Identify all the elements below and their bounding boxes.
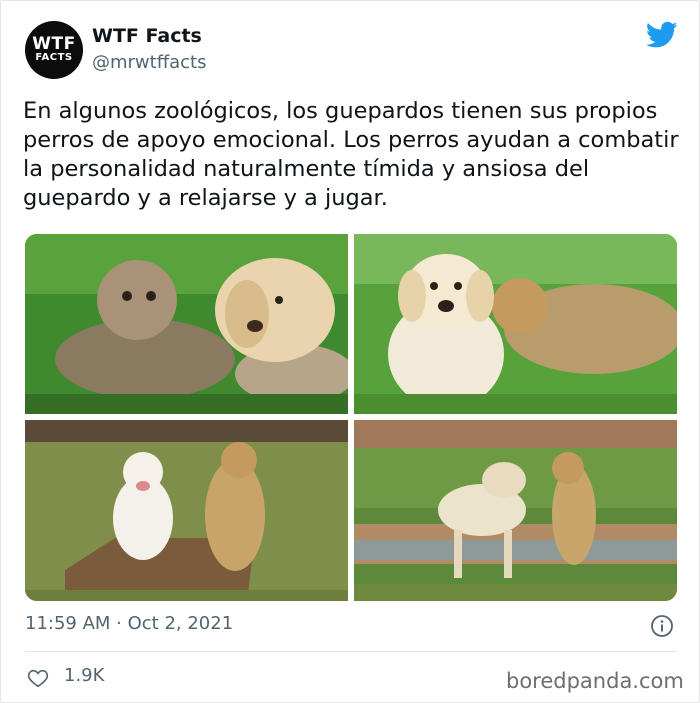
author-handle[interactable]: @mrwtffacts: [92, 52, 206, 73]
info-icon[interactable]: [650, 614, 674, 638]
photo-dog-and-cheetah-on-box[interactable]: [25, 420, 348, 601]
like-count[interactable]: 1.9K: [64, 665, 104, 686]
author-name[interactable]: WTF Facts: [92, 25, 202, 47]
tweet-text: En algunos zoológicos, los guepardos tie…: [23, 98, 679, 211]
twitter-bird-icon[interactable]: [646, 21, 678, 49]
tweet-media-grid[interactable]: [25, 234, 677, 601]
photo-cheetah-cub-and-puppy-lying[interactable]: [25, 234, 348, 414]
tweet-card: WTF FACTS WTF Facts @mrwtffacts En algun…: [0, 0, 700, 703]
avatar-text-line2: FACTS: [35, 52, 73, 63]
divider: [25, 651, 677, 652]
heart-icon[interactable]: [27, 667, 49, 689]
avatar[interactable]: WTF FACTS: [25, 21, 83, 79]
avatar-text-line1: WTF: [32, 34, 76, 54]
tweet-timestamp[interactable]: 11:59 AM · Oct 2, 2021: [25, 613, 233, 634]
watermark: boredpanda.com: [506, 669, 684, 693]
photo-puppy-with-cheetah-cub[interactable]: [354, 234, 677, 414]
photo-dog-and-cheetah-walking[interactable]: [354, 420, 677, 601]
